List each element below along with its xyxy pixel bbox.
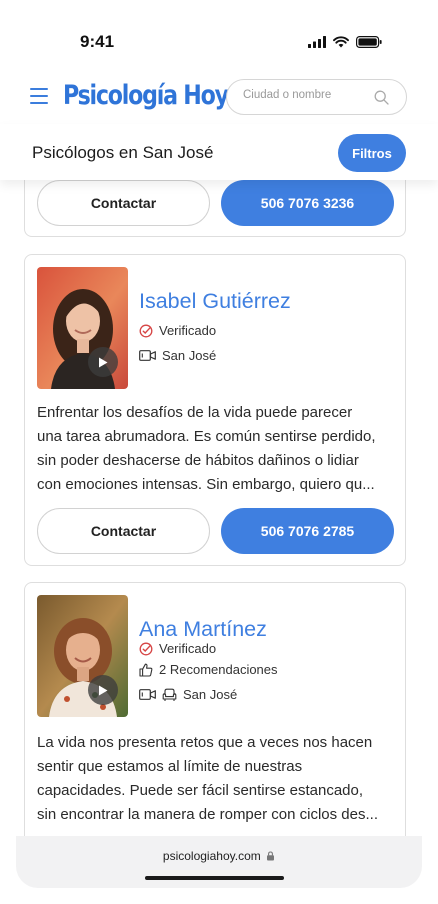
therapist-bio: La vida nos presenta retos que a veces n… <box>37 731 397 827</box>
profile-photo[interactable] <box>37 595 128 717</box>
play-icon <box>99 685 108 695</box>
location-label: San José <box>183 687 238 702</box>
recommendations-label: 2 Recomendaciones <box>159 662 278 677</box>
therapist-card: Isabel Gutiérrez Verificado San José Enf… <box>24 254 406 566</box>
sofa-icon <box>162 688 177 701</box>
search-box[interactable] <box>226 79 407 115</box>
therapist-name[interactable]: Isabel Gutiérrez <box>139 289 291 314</box>
results-header: Psicólogos en San José Filtros <box>0 124 438 180</box>
bio-line: sin poder deshacerse de hábitos dañinos … <box>37 452 359 469</box>
therapist-name[interactable]: Ana Martínez <box>139 617 267 642</box>
play-video-button[interactable] <box>88 675 118 705</box>
verified-label: Verificado <box>159 641 217 656</box>
phone-button[interactable]: 506 7076 2785 <box>221 508 394 554</box>
status-time: 9:41 <box>80 32 115 51</box>
bio-line: con emociones intensas. Sin embargo, qui… <box>37 476 375 493</box>
play-video-button[interactable] <box>88 347 118 377</box>
results-list[interactable]: Contactar 506 7076 3236 Isabel Gutiérrez… <box>0 180 438 836</box>
profile-photo[interactable] <box>37 267 128 389</box>
contact-button[interactable]: Contactar <box>37 180 210 226</box>
verified-icon <box>139 324 153 337</box>
wifi-icon <box>333 36 349 48</box>
therapist-card: Contactar 506 7076 3236 <box>24 180 406 237</box>
home-indicator <box>145 876 284 880</box>
video-icon <box>139 689 156 700</box>
bio-line: sentir que estamos al límite de nuestras <box>37 758 303 775</box>
recommendations-row: 2 Recomendaciones <box>139 662 278 677</box>
verified-icon <box>139 642 153 655</box>
bio-line: Enfrentar los desafíos de la vida puede … <box>37 404 353 421</box>
site-logo[interactable]: Psicología Hoy <box>63 80 229 111</box>
location-row: San José <box>139 687 237 702</box>
status-icons <box>308 36 382 48</box>
location-label: San José <box>162 348 217 363</box>
signal-icon <box>308 36 326 48</box>
browser-address-bar[interactable]: psicologiahoy.com <box>16 836 422 888</box>
url-label: psicologiahoy.com <box>162 849 261 863</box>
filters-button[interactable]: Filtros <box>338 134 406 172</box>
search-input[interactable] <box>243 89 373 101</box>
phone-button[interactable]: 506 7076 3236 <box>221 180 394 226</box>
bio-line: capacidades. Puede ser fácil sentirse es… <box>37 782 364 799</box>
video-icon <box>139 350 156 361</box>
verified-label: Verificado <box>159 323 217 338</box>
bio-line: una tarea abrumadora. Es común sentirse … <box>37 428 376 445</box>
status-bar: 9:41 <box>0 0 438 72</box>
url-text[interactable]: psicologiahoy.com <box>16 849 422 863</box>
site-header: Psicología Hoy <box>0 72 438 124</box>
verified-row: Verificado <box>139 323 216 338</box>
therapist-card: Ana Martínez Verificado 2 Recomendacione… <box>24 582 406 836</box>
thumbs-up-icon <box>139 663 153 677</box>
lock-icon <box>267 851 275 861</box>
therapist-bio: Enfrentar los desafíos de la vida puede … <box>37 401 397 497</box>
bio-line: La vida nos presenta retos que a veces n… <box>37 734 373 751</box>
bio-line: sin encontrar la manera de romper con ci… <box>37 806 378 823</box>
page-title: Psicólogos en San José <box>32 143 214 162</box>
contact-button[interactable]: Contactar <box>37 508 210 554</box>
verified-row: Verificado <box>139 641 216 656</box>
menu-icon[interactable] <box>30 88 48 104</box>
search-icon[interactable] <box>374 90 389 105</box>
play-icon <box>99 357 108 367</box>
battery-icon <box>356 36 382 48</box>
location-row: San José <box>139 348 216 363</box>
